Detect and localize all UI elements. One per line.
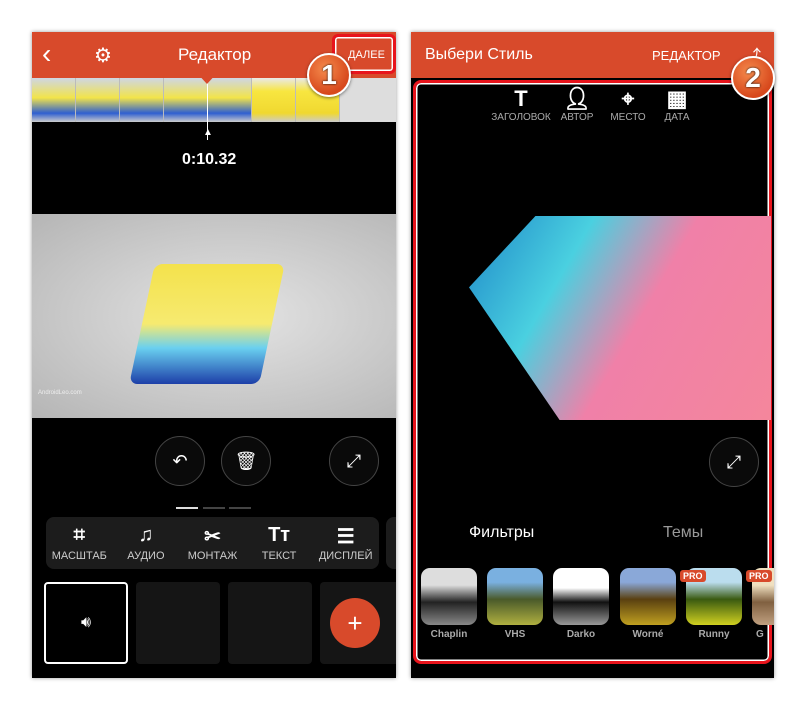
- thumbnail: [32, 78, 76, 122]
- filter-label: Runny: [698, 629, 730, 640]
- scissors-icon: ✂: [204, 526, 221, 548]
- overlay-label: МЕСТО: [610, 112, 646, 123]
- sliders-icon: ☰: [336, 526, 355, 548]
- thumbnail: [252, 78, 296, 122]
- tool-montage[interactable]: ✂ МОНТАЖ: [181, 524, 243, 562]
- audio-clip-slot[interactable]: 🔊︎: [44, 582, 128, 664]
- thumbnail: [120, 78, 164, 122]
- title-icon: T: [514, 86, 528, 111]
- fullscreen-button[interactable]: ⤢: [709, 437, 759, 487]
- crop-icon: ⌗: [73, 524, 85, 546]
- thumbnail: [76, 78, 120, 122]
- tool-label: ДИСПЛЕЙ: [318, 550, 373, 562]
- music-note-icon: ♫: [138, 524, 154, 546]
- clip-slot[interactable]: [136, 582, 220, 664]
- tool-text[interactable]: Tт ТЕКСТ: [248, 524, 310, 562]
- filter-partial[interactable]: PRO: [746, 568, 774, 625]
- filter-vhs[interactable]: [487, 568, 543, 625]
- fullscreen-button[interactable]: ⤢: [329, 436, 379, 486]
- overlay-location[interactable]: ⌖ МЕСТО: [603, 86, 653, 123]
- step-badge-2: 2: [731, 56, 775, 100]
- playhead-pointer: [196, 72, 218, 84]
- editor-button[interactable]: РЕДАКТОР: [652, 48, 721, 63]
- phone-image: [129, 264, 285, 384]
- tab-filters[interactable]: Фильтры: [469, 524, 534, 542]
- delete-button[interactable]: 🗑: [221, 436, 271, 486]
- tab-themes[interactable]: Темы: [663, 524, 703, 542]
- pro-badge: PRO: [680, 570, 706, 582]
- page-indicator: [203, 507, 225, 509]
- tool-label: МОНТАЖ: [187, 550, 238, 562]
- toolbar-overflow: [386, 517, 396, 569]
- pro-badge: PRO: [746, 570, 772, 582]
- overlay-options: T ЗАГОЛОВОК 👤︎ АВТОР ⌖ МЕСТО ▦ ДАТА: [491, 86, 701, 123]
- tool-audio[interactable]: ♫ АУДИО: [115, 524, 177, 562]
- tool-label: МАСШТАБ: [51, 550, 107, 562]
- watermark: AndroidLeo.com: [38, 390, 82, 396]
- editor-toolbar: ⌗ МАСШТАБ ♫ АУДИО ✂ МОНТАЖ Tт ТЕКСТ ☰ ДИСПЛЕЙ: [46, 517, 379, 569]
- page-title: Редактор: [178, 45, 252, 64]
- page-indicator: [229, 507, 251, 509]
- page-indicator-active: [176, 507, 198, 509]
- thumbnail: [208, 78, 252, 122]
- time-readout: 0:10.32: [182, 151, 237, 168]
- overlay-label: АВТОР: [560, 112, 594, 123]
- clip-slot[interactable]: [228, 582, 312, 664]
- tool-label: АУДИО: [127, 550, 165, 562]
- video-preview[interactable]: AndroidLeo.com: [32, 214, 396, 418]
- tool-label: ТЕКСТ: [261, 550, 297, 562]
- editor-screen: ‹ ⚙ Редактор ДАЛЕЕ ▲ 0:10.32 AndroidLeo.…: [32, 32, 396, 678]
- overlay-label: ДАТА: [664, 112, 690, 123]
- speaker-icon: 🔊︎: [80, 614, 92, 631]
- filter-label: Darko: [566, 629, 596, 640]
- filter-label: G: [756, 629, 764, 640]
- gear-icon[interactable]: ⚙: [94, 43, 112, 68]
- page-title: Выбери Стиль: [425, 46, 533, 63]
- thumbnail: [164, 78, 208, 122]
- overlay-label: ЗАГОЛОВОК: [491, 112, 551, 123]
- text-icon: Tт: [268, 524, 291, 546]
- filter-label: Worné: [632, 629, 664, 640]
- add-clip-button[interactable]: +: [330, 598, 380, 648]
- overlay-date[interactable]: ▦ ДАТА: [653, 86, 701, 123]
- snap-icon: ▲: [203, 127, 213, 138]
- location-pin-icon: ⌖: [621, 86, 635, 111]
- person-icon: 👤︎: [563, 86, 591, 111]
- style-header: Выбери Стиль РЕДАКТОР ⤴: [411, 32, 774, 78]
- overlay-title[interactable]: T ЗАГОЛОВОК: [491, 86, 551, 123]
- tool-scale[interactable]: ⌗ МАСШТАБ: [48, 524, 110, 562]
- step-badge-1: 1: [307, 53, 351, 97]
- calendar-icon: ▦: [666, 86, 688, 111]
- filter-worne[interactable]: [620, 568, 676, 625]
- filter-label: VHS: [504, 629, 526, 640]
- filter-darko[interactable]: [553, 568, 609, 625]
- overlay-author[interactable]: 👤︎ АВТОР: [551, 86, 603, 123]
- style-screen: Выбери Стиль РЕДАКТОР ⤴ TЗАГОЛОВОК 👤︎АВТ…: [411, 32, 774, 678]
- filter-chaplin[interactable]: [421, 568, 477, 625]
- undo-button[interactable]: ↶: [155, 436, 205, 486]
- arrow-left-icon[interactable]: ‹: [42, 38, 51, 70]
- filter-runny[interactable]: PRO: [680, 568, 742, 625]
- filter-label: Chaplin: [430, 629, 468, 640]
- tool-display[interactable]: ☰ ДИСПЛЕЙ: [315, 524, 377, 562]
